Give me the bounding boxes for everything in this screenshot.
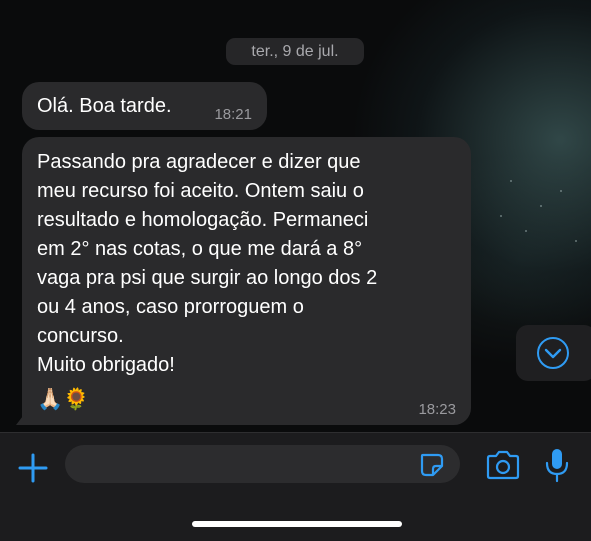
chevron-down-icon — [537, 337, 569, 369]
date-separator: ter., 9 de jul. — [226, 38, 364, 65]
bubble-tail — [16, 412, 26, 425]
message-timestamp: 18:21 — [214, 106, 252, 123]
attach-button[interactable] — [16, 451, 50, 485]
message-text: Passando pra agradecer e dizer que meu r… — [37, 151, 378, 376]
message-input-container[interactable] — [65, 445, 460, 485]
camera-button[interactable] — [485, 450, 521, 480]
sticker-icon — [420, 453, 444, 477]
message-timestamp: 18:23 — [418, 401, 456, 418]
message-bubble-incoming[interactable]: Passando pra agradecer e dizer que meu r… — [22, 137, 471, 425]
microphone-button[interactable] — [544, 447, 570, 483]
message-emoji: 🙏🏻🌻 — [37, 388, 90, 411]
scroll-to-bottom-button[interactable] — [516, 325, 591, 381]
plus-icon — [18, 453, 48, 483]
camera-icon — [486, 450, 520, 480]
message-input[interactable] — [79, 445, 413, 485]
sticker-button[interactable] — [418, 451, 446, 479]
message-bubble-incoming[interactable]: Olá. Boa tarde. 18:21 — [22, 82, 267, 130]
home-indicator[interactable] — [192, 521, 402, 527]
microphone-icon — [545, 449, 569, 483]
message-text: Olá. Boa tarde. — [37, 95, 172, 117]
